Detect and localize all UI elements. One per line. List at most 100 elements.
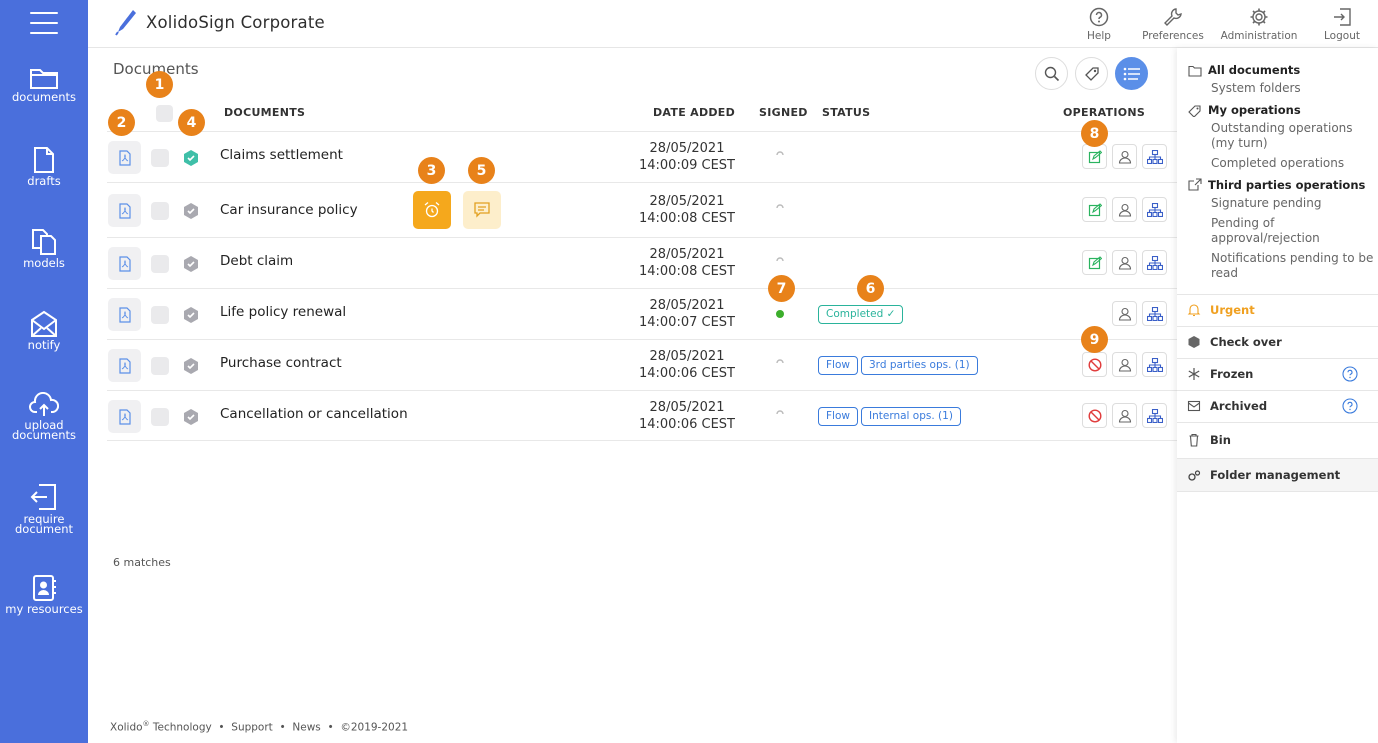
row-checkbox[interactable] (151, 306, 169, 324)
signers-button[interactable] (1112, 403, 1137, 428)
pdf-icon (118, 202, 131, 219)
sign-button[interactable] (1082, 250, 1107, 275)
signers-button[interactable] (1112, 197, 1137, 222)
notifications-pending[interactable]: Notifications pending to be read (1211, 251, 1376, 281)
folder-urgent[interactable]: Urgent (1177, 294, 1378, 326)
document-name[interactable]: Life policy renewal (220, 304, 346, 320)
folder-management[interactable]: Folder management (1177, 458, 1378, 492)
nav-drafts[interactable]: drafts (0, 146, 88, 187)
status-badge[interactable]: 3rd parties ops. (1) (861, 356, 978, 375)
user-icon (1118, 256, 1131, 270)
table-row[interactable]: Debt claim 28/05/2021 14:00:08 CEST (107, 237, 1177, 288)
folder-icon (30, 69, 58, 89)
support-link[interactable]: Support (231, 722, 273, 734)
folder-frozen[interactable]: Frozen (1177, 358, 1378, 390)
folder-bin[interactable]: Bin (1177, 422, 1378, 458)
workflow-button[interactable] (1142, 144, 1167, 169)
folder-check-over[interactable]: Check over (1177, 326, 1378, 358)
shield-icon[interactable] (182, 408, 200, 430)
list-view-button[interactable] (1115, 57, 1148, 90)
shield-icon[interactable] (182, 357, 200, 379)
signature-pending[interactable]: Signature pending (1211, 196, 1376, 211)
cancel-button[interactable] (1082, 403, 1107, 428)
signers-button[interactable] (1112, 250, 1137, 275)
workflow-button[interactable] (1142, 352, 1167, 377)
select-all-checkbox[interactable] (156, 105, 173, 122)
shield-icon[interactable] (182, 202, 200, 224)
row-checkbox[interactable] (151, 149, 169, 167)
row-checkbox[interactable] (151, 408, 169, 426)
signers-button[interactable] (1112, 301, 1137, 326)
pdf-button[interactable] (108, 400, 141, 433)
comments-button[interactable] (463, 191, 501, 229)
date-added: 28/05/2021 14:00:06 CEST (638, 349, 735, 381)
status-badge[interactable]: Flow (818, 407, 858, 426)
nav-models[interactable]: models (0, 228, 88, 269)
table-row[interactable]: Claims settlement 28/05/2021 14:00:09 CES… (107, 131, 1177, 182)
col-documents[interactable]: DOCUMENTS (224, 106, 305, 119)
pdf-button[interactable] (108, 298, 141, 331)
workflow-button[interactable] (1142, 197, 1167, 222)
all-documents[interactable]: All documents (1208, 63, 1300, 77)
workflow-button[interactable] (1142, 403, 1167, 428)
pdf-button[interactable] (108, 194, 141, 227)
urgent-button[interactable] (413, 191, 451, 229)
nav-notify[interactable]: notify (0, 310, 88, 351)
administration-button[interactable]: Administration (1218, 7, 1300, 42)
news-link[interactable]: News (292, 722, 320, 734)
cancel-button[interactable] (1082, 352, 1107, 377)
sign-button[interactable] (1082, 144, 1107, 169)
help-circle-icon[interactable] (1342, 398, 1358, 414)
status-badge[interactable]: Internal ops. (1) (861, 407, 961, 426)
col-signed[interactable]: SIGNED (759, 106, 808, 119)
help-circle-icon[interactable] (1342, 366, 1358, 382)
nav-my-resources[interactable]: my resources (0, 574, 88, 615)
tag-button[interactable] (1075, 57, 1108, 90)
nav-require-document[interactable]: require document (0, 482, 88, 535)
logout-button[interactable]: Logout (1324, 7, 1360, 42)
third-parties-operations[interactable]: Third parties operations (1208, 178, 1365, 192)
verified-icon[interactable] (182, 149, 200, 171)
table-row[interactable]: Purchase contract 28/05/2021 14:00:06 CES… (107, 339, 1177, 390)
preferences-button[interactable]: Preferences (1140, 7, 1206, 42)
nav-upload-documents[interactable]: upload documents (0, 392, 88, 441)
document-name[interactable]: Car insurance policy (220, 202, 358, 218)
table-row[interactable]: Cancellation or cancellation 28/05/2021 1… (107, 390, 1177, 441)
menu-icon[interactable] (30, 12, 58, 34)
pdf-button[interactable] (108, 141, 141, 174)
pdf-button[interactable] (108, 247, 141, 280)
sign-button[interactable] (1082, 197, 1107, 222)
row-checkbox[interactable] (151, 357, 169, 375)
pdf-button[interactable] (108, 349, 141, 382)
table-row[interactable]: Life policy renewal 28/05/2021 14:00:07 C… (107, 288, 1177, 339)
signers-button[interactable] (1112, 144, 1137, 169)
nav-documents[interactable]: documents (0, 66, 88, 103)
table-row[interactable]: Car insurance policy 28/05/2021 14:00:08 … (107, 182, 1177, 237)
workflow-button[interactable] (1142, 301, 1167, 326)
logout-label: Logout (1324, 30, 1360, 42)
help-button[interactable]: Help (1084, 7, 1114, 42)
status-badge[interactable]: Flow (818, 356, 858, 375)
document-name[interactable]: Cancellation or cancellation (220, 406, 408, 422)
my-operations[interactable]: My operations (1208, 103, 1301, 117)
signers-button[interactable] (1112, 352, 1137, 377)
folder-archived[interactable]: Archived (1177, 390, 1378, 422)
completed-operations[interactable]: Completed operations (1211, 156, 1376, 171)
row-checkbox[interactable] (151, 202, 169, 220)
shield-icon[interactable] (182, 306, 200, 328)
brand[interactable]: XolidoSign Corporate (114, 8, 325, 36)
pending-approval-rejection[interactable]: Pending of approval/rejection (1211, 216, 1376, 246)
col-status[interactable]: STATUS (822, 106, 870, 119)
shield-icon[interactable] (182, 255, 200, 277)
system-folders[interactable]: System folders (1211, 81, 1376, 96)
document-name[interactable]: Purchase contract (220, 355, 342, 371)
outstanding-operations[interactable]: Outstanding operations (my turn) (1211, 121, 1376, 151)
pdf-icon (118, 149, 131, 166)
workflow-button[interactable] (1142, 250, 1167, 275)
row-checkbox[interactable] (151, 255, 169, 273)
search-button[interactable] (1035, 57, 1068, 90)
document-name[interactable]: Debt claim (220, 253, 293, 269)
document-name[interactable]: Claims settlement (220, 147, 343, 163)
col-date-added[interactable]: DATE ADDED (653, 106, 735, 119)
copyright: ©2019-2021 (340, 721, 409, 734)
